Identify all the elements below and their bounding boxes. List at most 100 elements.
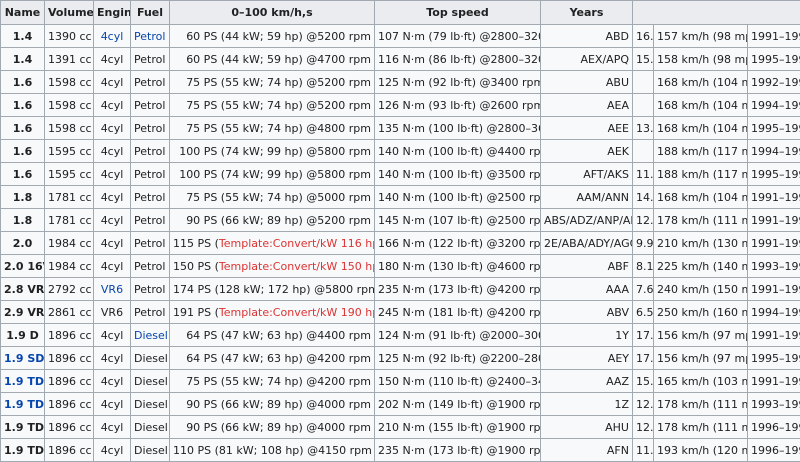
power-text: 75 PS (55 kW; 74 hp) xyxy=(186,99,303,112)
cell-speed: 165 km/h (103 mph) xyxy=(654,370,748,393)
table-row: 1.61598 cc4cylPetrol75 PS (55 kW; 74 hp)… xyxy=(1,117,800,140)
cell-accel: 9.9 xyxy=(633,232,654,255)
header-blank xyxy=(633,1,800,25)
cell-power: 174 PS (128 kW; 172 hp) @5800 rpm xyxy=(170,278,375,301)
cell-name: 1.4 xyxy=(1,48,45,71)
cell-torque: 150 N·m (110 lb·ft) @2400–3400 rpm xyxy=(375,370,541,393)
cell-name-link[interactable]: 1.9 SDI xyxy=(4,352,45,365)
cell-volume: 2861 cc xyxy=(45,301,94,324)
cell-torque: 145 N·m (107 lb·ft) @2500 rpm xyxy=(375,209,541,232)
table-row: 1.81781 cc4cylPetrol90 PS (66 kW; 89 hp)… xyxy=(1,209,800,232)
cell-code: AEY xyxy=(541,347,633,370)
cell-torque: 116 N·m (86 lb·ft) @2800–3200 rpm xyxy=(375,48,541,71)
cell-engine: 4cyl xyxy=(94,25,131,48)
cell-engine: 4cyl xyxy=(94,209,131,232)
cell-engine: 4cyl xyxy=(94,117,131,140)
cell-code: 2E/ABA/ADY/AGG xyxy=(541,232,633,255)
cell-engine: 4cyl xyxy=(94,255,131,278)
cell-volume: 2792 cc xyxy=(45,278,94,301)
cell-engine: 4cyl xyxy=(94,232,131,255)
cell-years: 1996–1997 xyxy=(748,416,800,439)
cell-torque: 135 N·m (100 lb·ft) @2800–3600 rpm xyxy=(375,117,541,140)
cell-power: 100 PS (74 kW; 99 hp) @5800 rpm xyxy=(170,163,375,186)
power-text: 110 PS (81 kW; 108 hp) xyxy=(173,444,304,457)
cell-engine: 4cyl xyxy=(94,94,131,117)
table-row: 2.8 VR62792 ccVR6Petrol174 PS (128 kW; 1… xyxy=(1,278,800,301)
cell-engine-link[interactable]: VR6 xyxy=(101,283,123,296)
cell-name-link[interactable]: 1.9 TDI xyxy=(4,398,45,411)
table-row: 1.61595 cc4cylPetrol100 PS (74 kW; 99 hp… xyxy=(1,140,800,163)
cell-power: 115 PS (Template:Convert/kW 116 hp) @540… xyxy=(170,232,375,255)
cell-engine: 4cyl xyxy=(94,416,131,439)
cell-volume: 1896 cc xyxy=(45,370,94,393)
cell-power: 110 PS (81 kW; 108 hp) @4150 rpm xyxy=(170,439,375,462)
engine-specs-table: Name Volume Engine Fuel 0–100 km/h,s Top… xyxy=(0,0,800,462)
table-row: 1.9 SDI1896 cc4cylDiesel64 PS (47 kW; 63… xyxy=(1,347,800,370)
power-rpm-text: @4400 rpm xyxy=(303,329,371,342)
cell-power: 64 PS (47 kW; 63 hp) @4400 rpm xyxy=(170,324,375,347)
table-row: 2.9 VR62861 ccVR6Petrol191 PS (Template:… xyxy=(1,301,800,324)
cell-years: 1995–1997 xyxy=(748,163,800,186)
power-rpm-text: @4200 rpm xyxy=(303,352,371,365)
power-text: 115 PS ( xyxy=(173,237,219,250)
cell-fuel: Petrol xyxy=(131,209,170,232)
cell-name: 1.9 SDI xyxy=(1,347,45,370)
cell-accel xyxy=(633,71,654,94)
template-error-link[interactable]: Template:Convert/kW 150 hp xyxy=(219,260,375,273)
cell-name: 2.0 16V xyxy=(1,255,45,278)
cell-speed: 210 km/h (130 mph) xyxy=(654,232,748,255)
cell-power: 150 PS (Template:Convert/kW 150 hp) @600… xyxy=(170,255,375,278)
cell-accel xyxy=(633,140,654,163)
cell-code: AAZ xyxy=(541,370,633,393)
cell-engine: 4cyl xyxy=(94,186,131,209)
cell-years: 1991–1997 xyxy=(748,370,800,393)
cell-power: 90 PS (66 kW; 89 hp) @4000 rpm xyxy=(170,393,375,416)
cell-fuel: Petrol xyxy=(131,48,170,71)
power-text: 75 PS (55 kW; 74 hp) xyxy=(186,191,303,204)
cell-engine-link[interactable]: 4cyl xyxy=(101,30,124,43)
cell-power: 64 PS (47 kW; 63 hp) @4200 rpm xyxy=(170,347,375,370)
power-rpm-text: @5800 rpm xyxy=(303,168,371,181)
cell-speed: 178 km/h (111 mph) xyxy=(654,209,748,232)
power-rpm-text: @4800 rpm xyxy=(303,122,371,135)
power-rpm-text: @5200 rpm xyxy=(303,99,371,112)
cell-code: AHU xyxy=(541,416,633,439)
table-row: 1.41390 cc4cylPetrol60 PS (44 kW; 59 hp)… xyxy=(1,25,800,48)
cell-fuel-link[interactable]: Diesel xyxy=(134,329,168,342)
template-error-link[interactable]: Template:Convert/kW 116 hp xyxy=(219,237,375,250)
power-text: 60 PS (44 kW; 59 hp) xyxy=(186,53,303,66)
power-text: 90 PS (66 kW; 89 hp) xyxy=(186,421,303,434)
cell-name: 1.8 xyxy=(1,209,45,232)
cell-engine: 4cyl xyxy=(94,439,131,462)
power-text: 100 PS (74 kW; 99 hp) xyxy=(179,145,303,158)
cell-volume: 1595 cc xyxy=(45,163,94,186)
cell-fuel-link[interactable]: Petrol xyxy=(134,30,165,43)
cell-engine: 4cyl xyxy=(94,347,131,370)
power-rpm-text: @4150 rpm xyxy=(304,444,372,457)
cell-speed: 225 km/h (140 mph) xyxy=(654,255,748,278)
cell-code: ABD xyxy=(541,25,633,48)
cell-accel: 11.2 xyxy=(633,163,654,186)
cell-name-link[interactable]: 1.9 TD xyxy=(4,375,44,388)
template-error-link[interactable]: Template:Convert/kW 190 hp xyxy=(219,306,375,319)
cell-years: 1991–1997 xyxy=(748,209,800,232)
cell-fuel: Petrol xyxy=(131,278,170,301)
cell-code: AEA xyxy=(541,94,633,117)
cell-years: 1993–1996 xyxy=(748,393,800,416)
cell-accel: 13.4 xyxy=(633,117,654,140)
header-engine: Engine xyxy=(94,1,131,25)
cell-torque: 140 N·m (100 lb·ft) @4400 rpm xyxy=(375,140,541,163)
cell-accel: 12.8 xyxy=(633,393,654,416)
cell-speed: 168 km/h (104 mph) xyxy=(654,117,748,140)
power-rpm-text: @4000 rpm xyxy=(303,398,371,411)
cell-engine: 4cyl xyxy=(94,140,131,163)
cell-speed: 158 km/h (98 mph) xyxy=(654,48,748,71)
cell-engine: VR6 xyxy=(94,301,131,324)
cell-fuel: Petrol xyxy=(131,117,170,140)
cell-engine: 4cyl xyxy=(94,48,131,71)
cell-speed: 156 km/h (97 mph) xyxy=(654,347,748,370)
cell-volume: 1984 cc xyxy=(45,232,94,255)
cell-speed: 240 km/h (150 mph) xyxy=(654,278,748,301)
cell-torque: 235 N·m (173 lb·ft) @1900 rpm xyxy=(375,439,541,462)
cell-volume: 1896 cc xyxy=(45,393,94,416)
